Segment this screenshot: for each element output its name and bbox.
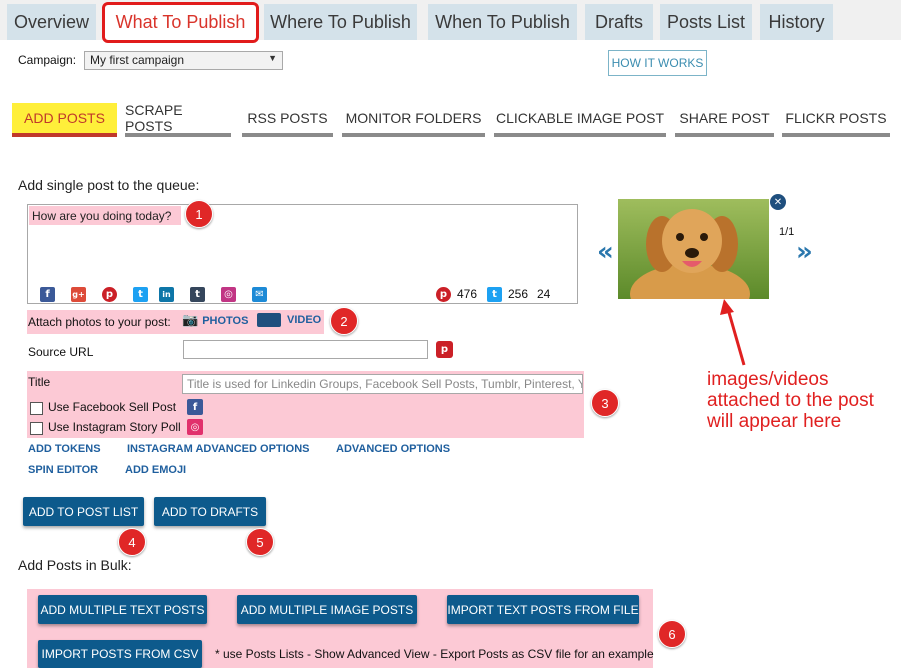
annotation-line-3: will appear here [707,411,842,432]
char-counter: 24 [537,287,551,301]
tab-history[interactable]: History [760,4,833,40]
facebook-sell-label: Use Facebook Sell Post [48,400,177,414]
photos-label: PHOTOS [202,314,249,327]
source-url-label: Source URL [28,345,94,359]
tab-when-to-publish[interactable]: When To Publish [428,4,577,40]
advanced-options-link[interactable]: ADVANCED OPTIONS [336,443,450,455]
subtab-clickable-image-post[interactable]: CLICKABLE IMAGE POST [494,103,666,137]
video-button[interactable]: VIDEO [257,313,321,327]
badge-4: 4 [118,528,146,556]
chevron-down-icon: ▼ [268,53,277,63]
badge-5: 5 [246,528,274,556]
annotation-arrow [720,299,746,366]
facebook-sell-icon: f [187,399,203,415]
csv-note: * use Posts Lists - Show Advanced View -… [215,647,654,661]
subtab-share-post[interactable]: SHARE POST [675,103,774,137]
import-text-posts-from-file-button[interactable]: IMPORT TEXT POSTS FROM FILE [447,595,639,624]
bulk-heading: Add Posts in Bulk: [18,557,132,573]
title-input[interactable]: Title is used for Linkedin Groups, Faceb… [182,374,583,394]
pinterest-counter-icon: p [436,287,451,302]
instagram-icon[interactable]: ◎ [221,287,236,302]
post-text-area[interactable]: How are you doing today? f g+ p t in t ◎… [27,204,578,304]
single-post-heading: Add single post to the queue: [18,177,200,193]
instagram-poll-label: Use Instagram Story Poll [48,420,181,434]
subtab-rss-posts[interactable]: RSS POSTS [242,103,333,137]
pinterest-icon[interactable]: p [102,287,117,302]
twitter-counter-icon: t [487,287,502,302]
add-to-post-list-button[interactable]: ADD TO POST LIST [23,497,144,526]
linkedin-icon[interactable]: in [159,287,174,302]
subtab-add-posts[interactable]: ADD POSTS [12,103,117,137]
spin-editor-link[interactable]: SPIN EDITOR [28,464,98,476]
tab-overview[interactable]: Overview [7,4,96,40]
source-url-input[interactable] [183,340,428,359]
campaign-label: Campaign: [18,53,77,67]
add-emoji-link[interactable]: ADD EMOJI [125,464,186,476]
puppy-image [618,199,769,299]
tab-what-to-publish[interactable]: What To Publish [102,2,259,43]
annotation-line-1: images/videos [707,369,829,390]
title-label: Title [28,375,51,389]
pinterest-url-icon[interactable]: p [436,341,453,358]
pinterest-counter: 476 [457,287,478,301]
next-arrow-icon[interactable]: » [796,237,813,267]
attach-label: Attach photos to your post: [28,315,171,329]
camera-icon: 📷 [182,313,199,328]
video-label: VIDEO [287,314,322,326]
google-plus-icon[interactable]: g+ [71,287,86,302]
prev-arrow-icon[interactable]: « [597,237,614,267]
tab-posts-list[interactable]: Posts List [660,4,752,40]
video-icon [257,313,281,327]
facebook-sell-checkbox[interactable] [30,402,43,415]
subtab-flickr-posts[interactable]: FLICKR POSTS [782,103,890,137]
add-multiple-image-posts-button[interactable]: ADD MULTIPLE IMAGE POSTS [237,595,417,624]
badge-2: 2 [330,307,358,335]
facebook-icon[interactable]: f [40,287,55,302]
subtab-scrape-posts[interactable]: SCRAPE POSTS [125,102,231,137]
instagram-advanced-options-link[interactable]: INSTAGRAM ADVANCED OPTIONS [127,443,310,455]
add-to-drafts-button[interactable]: ADD TO DRAFTS [154,497,266,526]
tumblr-icon[interactable]: t [190,287,205,302]
instagram-poll-icon: ◎ [187,419,203,435]
how-it-works-button[interactable]: HOW IT WORKS [608,50,707,76]
subtab-monitor-folders[interactable]: MONITOR FOLDERS [342,103,485,137]
annotation-line-2: attached to the post [707,390,874,411]
post-text: How are you doing today? [29,206,181,225]
campaign-select-value: My first campaign [90,53,185,67]
twitter-icon[interactable]: t [133,287,148,302]
twitter-counter: 256 [508,287,529,301]
tab-where-to-publish[interactable]: Where To Publish [264,4,417,40]
attached-image-thumbnail [618,199,769,299]
campaign-select[interactable]: My first campaign ▼ [84,51,283,70]
email-icon[interactable]: ✉ [252,287,267,302]
badge-3: 3 [591,389,619,417]
add-multiple-text-posts-button[interactable]: ADD MULTIPLE TEXT POSTS [38,595,207,624]
photos-button[interactable]: 📷 PHOTOS [182,313,248,328]
instagram-poll-checkbox[interactable] [30,422,43,435]
top-tab-bar: Overview What To Publish Where To Publis… [0,0,901,43]
import-posts-from-csv-button[interactable]: IMPORT POSTS FROM CSV [38,640,202,668]
add-tokens-link[interactable]: ADD TOKENS [28,443,101,455]
image-counter: 1/1 [779,226,795,238]
tab-drafts[interactable]: Drafts [585,4,653,40]
badge-6: 6 [658,620,686,648]
remove-image-close-icon[interactable]: ✕ [770,194,786,210]
badge-1: 1 [185,200,213,228]
